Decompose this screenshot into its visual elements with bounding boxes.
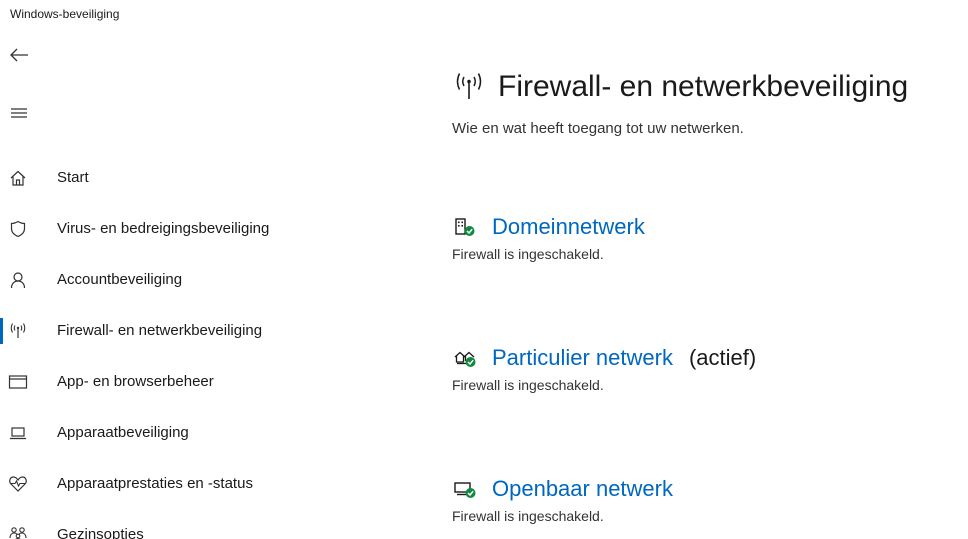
public-network-link[interactable]: Openbaar netwerk — [492, 476, 673, 502]
wireless-antenna-icon — [8, 321, 28, 341]
network-domain: Domeinnetwerk Firewall is ingeschakeld. — [452, 212, 962, 262]
app-window-icon — [8, 372, 28, 392]
page-subtitle: Wie en wat heeft toegang tot uw netwerke… — [452, 120, 744, 137]
sidebar-item-app-browser[interactable]: App- en browserbeheer — [0, 356, 340, 407]
sidebar-item-label: Firewall- en netwerkbeveiliging — [57, 322, 263, 339]
sidebar-item-label: Start — [57, 169, 89, 186]
menu-button[interactable] — [6, 102, 32, 128]
windows-security-window: Windows-beveiliging Start Virus- en bedr… — [0, 0, 968, 539]
page-title: Firewall- en netwerkbeveiliging — [452, 62, 962, 112]
sidebar-item-label: Accountbeveiliging — [57, 271, 183, 288]
sidebar-item-family-options[interactable]: Gezinsopties — [0, 509, 340, 539]
sidebar-item-account-protection[interactable]: Accountbeveiliging — [0, 254, 340, 305]
person-icon — [8, 270, 28, 290]
sidebar-item-label: Virus- en bedreigingsbeveiliging — [57, 220, 270, 237]
sidebar-item-label: Apparaatprestaties en -status — [57, 475, 253, 492]
sidebar-nav: Start Virus- en bedreigingsbeveiliging A… — [0, 152, 340, 539]
sidebar-item-label: Apparaatbeveiliging — [57, 424, 189, 441]
sidebar-item-firewall[interactable]: Firewall- en netwerkbeveiliging — [0, 305, 340, 356]
family-icon — [8, 525, 28, 539]
domain-network-icon — [452, 216, 478, 238]
network-public: Openbaar netwerk Firewall is ingeschakel… — [452, 474, 962, 524]
arrow-left-icon — [9, 47, 29, 68]
private-network-status: Firewall is ingeschakeld. — [452, 377, 604, 393]
public-network-icon — [452, 478, 478, 500]
domain-network-status: Firewall is ingeschakeld. — [452, 246, 604, 262]
sidebar-item-start[interactable]: Start — [0, 152, 340, 203]
domain-network-link[interactable]: Domeinnetwerk — [492, 214, 645, 240]
sidebar-item-device-security[interactable]: Apparaatbeveiliging — [0, 407, 340, 458]
back-button[interactable] — [6, 44, 32, 70]
hamburger-icon — [10, 106, 28, 125]
public-network-status: Firewall is ingeschakeld. — [452, 508, 604, 524]
sidebar-item-label: App- en browserbeheer — [57, 373, 214, 390]
laptop-icon — [8, 423, 28, 443]
home-icon — [8, 168, 28, 188]
heart-pulse-icon — [8, 474, 28, 494]
shield-icon — [8, 219, 28, 239]
wireless-antenna-icon — [452, 72, 486, 102]
page-title-text: Firewall- en netwerkbeveiliging — [498, 70, 909, 103]
active-network-label: (actief) — [688, 345, 757, 370]
private-network-icon — [452, 347, 478, 369]
sidebar-item-virus-protection[interactable]: Virus- en bedreigingsbeveiliging — [0, 203, 340, 254]
main-content: Firewall- en netwerkbeveiliging Wie en w… — [452, 62, 962, 137]
network-private: Particulier netwerk (actief) Firewall is… — [452, 343, 962, 393]
private-network-link[interactable]: Particulier netwerk — [492, 345, 673, 371]
window-title: Windows-beveiliging — [10, 7, 120, 21]
sidebar-item-label: Gezinsopties — [57, 526, 144, 539]
sidebar-item-device-performance[interactable]: Apparaatprestaties en -status — [0, 458, 340, 509]
